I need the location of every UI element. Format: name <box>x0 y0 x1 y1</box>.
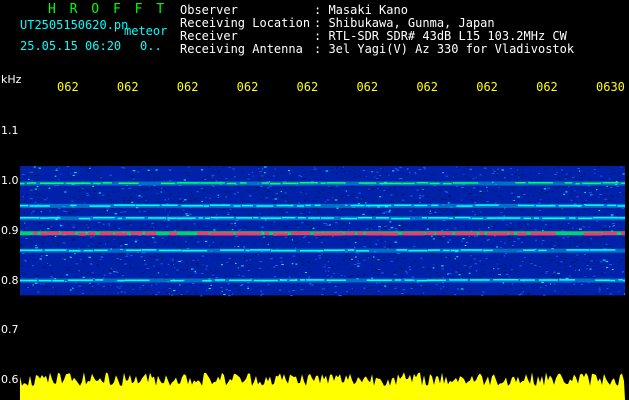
x-tick-label: 062 <box>476 80 498 94</box>
x-tick-label: 062 <box>416 80 439 94</box>
count-indicator: 0.. <box>140 39 162 53</box>
x-tick-label: 062 <box>356 80 379 94</box>
y-tick-label: 0.9 <box>1 223 19 237</box>
x-tick-label: 062 <box>57 80 79 94</box>
header: H R O F F T UT2505150620.pn meteor 25.05… <box>0 0 629 74</box>
info-value: : 3el Yagi(V) Az 330 for Vladivostok <box>314 42 575 56</box>
x-tick-label: 062 <box>236 80 259 94</box>
signal-line <box>20 181 625 186</box>
mode-label: meteor <box>124 24 168 38</box>
app-title: H R O F F T <box>48 2 168 17</box>
timestamp: 25.05.15 06:20 <box>20 39 122 53</box>
spectrogram-svg <box>20 166 625 400</box>
spectrogram-plot <box>20 95 625 400</box>
station-info: Observer : Masaki Kano Receiving Locatio… <box>180 4 574 56</box>
x-tick-label: 0630 <box>596 80 625 94</box>
y-tick-label: 0.6 <box>1 373 19 386</box>
x-tick-label: 062 <box>536 80 558 94</box>
info-row-antenna: Receiving Antenna : 3el Yagi(V) Az 330 f… <box>180 43 574 56</box>
signal-line <box>20 203 625 208</box>
signal-line <box>20 231 625 236</box>
y-tick-label: 0.8 <box>1 273 19 287</box>
x-tick-label: 062 <box>116 80 139 94</box>
y-axis-unit: kHz <box>1 73 22 86</box>
signal-line <box>20 216 625 221</box>
info-label: Receiving Antenna <box>180 42 303 56</box>
signal-line <box>20 248 625 253</box>
amplitude-trace <box>20 372 625 400</box>
signal-line <box>20 278 625 283</box>
y-tick-label: 0.7 <box>1 323 19 337</box>
y-tick-label: 1.0 <box>1 174 19 187</box>
file-name: UT2505150620.pn <box>20 18 129 32</box>
x-tick-label: 062 <box>296 80 319 94</box>
y-tick-label: 1.1 <box>1 124 19 138</box>
x-tick-label: 062 <box>176 80 199 94</box>
